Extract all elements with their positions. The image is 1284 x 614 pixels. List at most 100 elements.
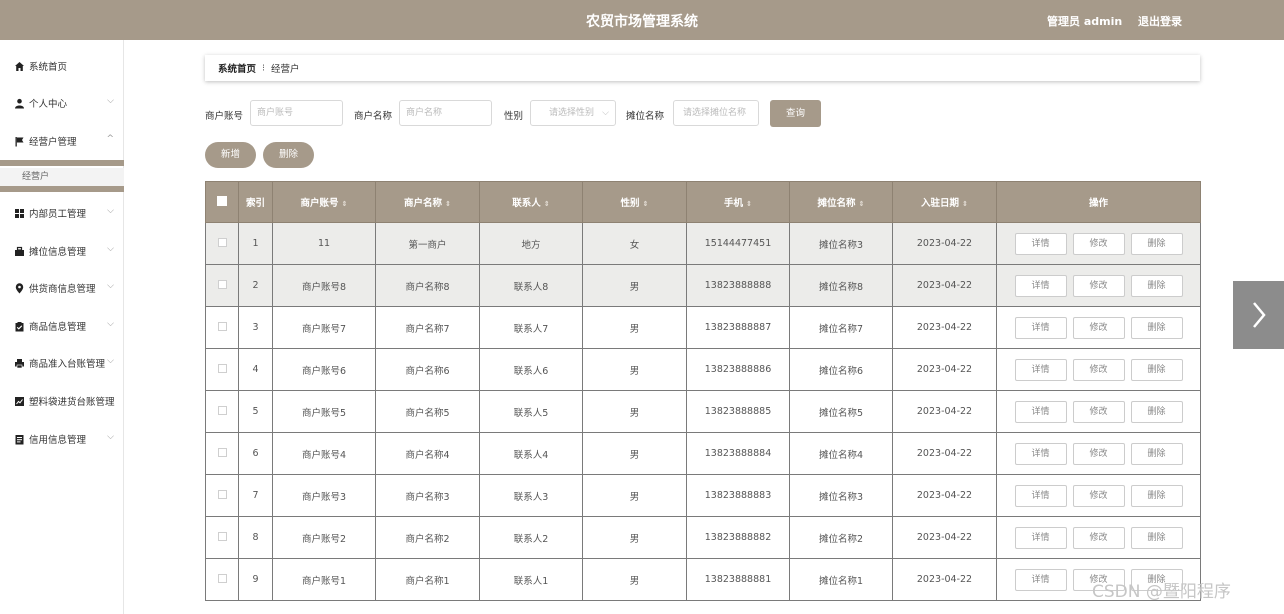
- table-row[interactable]: 1 11 第一商户 地方女 15144477451 摊位名称3 2023-04-22 详情 修改…: [205, 222, 1201, 265]
- column-header-stall[interactable]: 摊位名称 ⇕: [789, 181, 893, 223]
- logout-link[interactable]: 退出登录: [1138, 13, 1182, 29]
- cell-stall: 摊位名称4: [789, 432, 893, 475]
- edit-button[interactable]: 修改: [1072, 232, 1125, 255]
- sidebar-item-credit-mgmt[interactable]: 信用信息管理 ⌵: [0, 428, 124, 450]
- merchant-name-input[interactable]: 商户名称: [399, 100, 492, 126]
- sidebar-item-supplier-mgmt[interactable]: 供货商信息管理 ⌵: [0, 277, 124, 299]
- sidebar-item-profile[interactable]: 个人中心 ⌵: [0, 92, 124, 114]
- table-row[interactable]: 9 商户账号1 商户名称1 联系人1 男 13823888881 摊位名称1 2023-04-…: [205, 558, 1201, 601]
- row-select-cell[interactable]: [205, 222, 239, 265]
- batch-delete-button[interactable]: 删除: [263, 142, 314, 168]
- row-select-cell[interactable]: [205, 306, 239, 349]
- detail-button[interactable]: 详情: [1014, 568, 1067, 591]
- column-header-contact[interactable]: 联系人 ⇕: [479, 181, 583, 223]
- detail-button[interactable]: 详情: [1014, 274, 1067, 297]
- sidebar-item-staff-mgmt[interactable]: 内部员工管理 ⌵: [0, 202, 124, 224]
- cell-name: 商户名称7: [375, 306, 480, 349]
- detail-button[interactable]: 详情: [1014, 400, 1067, 423]
- edit-button[interactable]: 修改: [1072, 316, 1125, 339]
- row-select-cell[interactable]: [205, 348, 239, 391]
- stall-select[interactable]: 请选择摊位名称: [673, 100, 759, 126]
- column-header-gender[interactable]: 性别 ⇕: [582, 181, 687, 223]
- table-row[interactable]: 5 商户账号5 商户名称5 联系人5 男 13823888885 摊位名称5 2023-04-…: [205, 390, 1201, 433]
- cell-contact: 联系人3: [479, 474, 583, 517]
- row-checkbox[interactable]: [217, 489, 227, 499]
- detail-button[interactable]: 详情: [1014, 232, 1067, 255]
- column-header-date[interactable]: 入驻日期 ⇕: [892, 181, 997, 223]
- detail-button[interactable]: 详情: [1014, 442, 1067, 465]
- delete-button[interactable]: 删除: [1130, 526, 1183, 549]
- sidebar-item-home[interactable]: 系统首页: [0, 55, 124, 77]
- row-checkbox[interactable]: [217, 363, 227, 373]
- delete-button[interactable]: 删除: [1130, 358, 1183, 381]
- table-row[interactable]: 6 商户账号4 商户名称4 联系人4 男 13823888884 摊位名称4 2023-04-…: [205, 432, 1201, 475]
- detail-button[interactable]: 详情: [1014, 316, 1067, 339]
- table-row[interactable]: 3 商户账号7 商户名称7 联系人7 男 13823888887 摊位名称7 2023-04-…: [205, 306, 1201, 349]
- gender-select[interactable]: 请选择性别 ⌵: [530, 100, 616, 126]
- edit-button[interactable]: 修改: [1072, 358, 1125, 381]
- sort-icon[interactable]: ⇕: [746, 200, 752, 208]
- add-button[interactable]: 新增: [205, 142, 256, 168]
- row-checkbox[interactable]: [217, 237, 227, 247]
- row-checkbox[interactable]: [217, 531, 227, 541]
- detail-button[interactable]: 详情: [1014, 526, 1067, 549]
- delete-button[interactable]: 删除: [1130, 442, 1183, 465]
- query-button[interactable]: 查询: [770, 100, 821, 127]
- delete-button[interactable]: 删除: [1130, 400, 1183, 423]
- chevron-down-icon: ⌵: [107, 319, 114, 329]
- cell-name: 商户名称1: [375, 558, 480, 601]
- gender-label: 性别: [504, 111, 524, 122]
- row-checkbox[interactable]: [217, 405, 227, 415]
- merchant-account-input[interactable]: 商户账号: [250, 100, 343, 126]
- select-all-cell[interactable]: [205, 181, 239, 223]
- row-select-cell[interactable]: [205, 558, 239, 601]
- column-header-name[interactable]: 商户名称 ⇕: [375, 181, 480, 223]
- sort-icon[interactable]: ⇕: [962, 200, 968, 208]
- delete-button[interactable]: 删除: [1130, 232, 1183, 255]
- row-select-cell[interactable]: [205, 390, 239, 433]
- row-checkbox[interactable]: [217, 321, 227, 331]
- sort-icon[interactable]: ⇕: [445, 200, 451, 208]
- table-row[interactable]: 7 商户账号3 商户名称3 联系人3 男 13823888883 摊位名称3 2023-04-…: [205, 474, 1201, 517]
- sidebar-item-product-ledger[interactable]: 商品准入台账管理 ⌵: [0, 352, 124, 374]
- sidebar-item-merchant-mgmt[interactable]: 经营户管理 ^: [0, 130, 124, 152]
- table-row[interactable]: 8 商户账号2 商户名称2 联系人2 男 13823888882 摊位名称2 2023-04-…: [205, 516, 1201, 559]
- sort-icon[interactable]: ⇕: [643, 200, 649, 208]
- column-header-phone[interactable]: 手机 ⇕: [686, 181, 790, 223]
- row-select-cell[interactable]: [205, 264, 239, 307]
- detail-button[interactable]: 详情: [1014, 484, 1067, 507]
- edit-button[interactable]: 修改: [1072, 484, 1125, 507]
- column-header-account[interactable]: 商户账号 ⇕: [272, 181, 376, 223]
- row-select-cell[interactable]: [205, 432, 239, 475]
- delete-button[interactable]: 删除: [1130, 484, 1183, 507]
- next-page-arrow[interactable]: [1233, 281, 1284, 349]
- row-checkbox[interactable]: [217, 573, 227, 583]
- row-select-cell[interactable]: [205, 474, 239, 517]
- delete-button[interactable]: 删除: [1130, 316, 1183, 339]
- breadcrumb-home[interactable]: 系统首页: [218, 61, 256, 75]
- sort-icon[interactable]: ⇕: [859, 200, 865, 208]
- detail-button[interactable]: 详情: [1014, 358, 1067, 381]
- sidebar-item-bag-ledger[interactable]: 塑料袋进货台账管理: [0, 390, 124, 412]
- row-checkbox[interactable]: [217, 447, 227, 457]
- sort-icon[interactable]: ⇕: [342, 200, 348, 208]
- edit-button[interactable]: 修改: [1072, 526, 1125, 549]
- chevron-up-icon: ^: [106, 134, 114, 144]
- select-all-checkbox[interactable]: [217, 195, 227, 206]
- column-header-label: 性别: [620, 198, 640, 209]
- edit-button[interactable]: 修改: [1072, 442, 1125, 465]
- sidebar-item-stall-mgmt[interactable]: 摊位信息管理 ⌵: [0, 240, 124, 262]
- row-select-cell[interactable]: [205, 516, 239, 559]
- delete-button[interactable]: 删除: [1130, 274, 1183, 297]
- sidebar-item-product-mgmt[interactable]: 商品信息管理 ⌵: [0, 315, 124, 337]
- table-row[interactable]: 4 商户账号6 商户名称6 联系人6 男 13823888886 摊位名称6 2023-04-…: [205, 348, 1201, 391]
- admin-user-label[interactable]: 管理员 admin: [1047, 13, 1122, 29]
- chevron-down-icon: ⌵: [107, 206, 114, 216]
- sort-icon[interactable]: ⇕: [544, 200, 550, 208]
- edit-button[interactable]: 修改: [1072, 274, 1125, 297]
- chevron-down-icon: ⌵: [107, 96, 114, 106]
- edit-button[interactable]: 修改: [1072, 400, 1125, 423]
- table-row[interactable]: 2 商户账号8 商户名称8 联系人8 男 13823888888 摊位名称8 2023-04-…: [205, 264, 1201, 307]
- sidebar-subitem-merchant[interactable]: 经营户: [0, 168, 124, 186]
- row-checkbox[interactable]: [217, 279, 227, 289]
